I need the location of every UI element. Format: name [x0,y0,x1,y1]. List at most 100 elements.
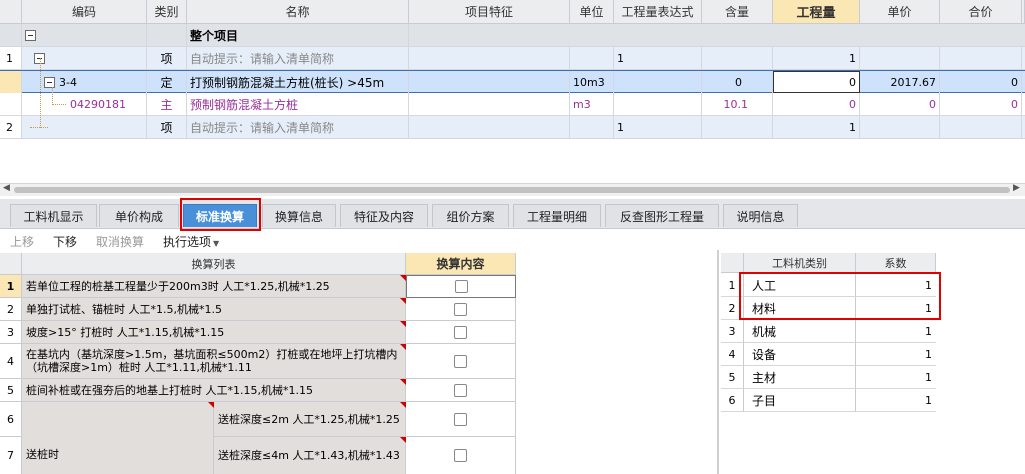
table-row-selected[interactable]: 3-4 定 打预制钢筋混凝土方桩(桩长) >45m 10m3 0 0 2017.… [0,70,1025,93]
header-feature[interactable]: 项目特征 [409,0,570,24]
conversion-checkbox[interactable] [454,354,467,368]
name-cell[interactable]: 打预制钢筋混凝土方桩(桩长) >45m [187,71,409,93]
coefficient-cell[interactable]: 1 [856,343,936,366]
panel-splitter[interactable] [717,250,719,474]
feature-cell[interactable] [409,71,570,93]
tab-reverse-lookup[interactable]: 反查图形工程量 [605,204,719,227]
expr-cell[interactable] [614,93,702,115]
table-row[interactable]: 1 项 自动提示：请输入清单简称 1 1 [0,47,1025,70]
material-type-cell[interactable]: 机械 [744,320,856,343]
name-cell[interactable]: 整个项目 [187,24,409,46]
collapse-icon[interactable] [44,76,55,88]
feature-cell[interactable] [409,93,570,115]
header-price[interactable]: 单价 [860,0,940,24]
material-type-cell[interactable]: 人工 [744,274,856,297]
checkbox-cell[interactable] [406,379,516,402]
tab-description[interactable]: 说明信息 [723,204,798,227]
coefficient-cell[interactable]: 1 [856,274,936,297]
tree-toggle[interactable] [22,24,147,46]
price-cell[interactable]: 2017.67 [860,71,940,93]
content-cell[interactable] [702,116,773,138]
feature-cell[interactable] [409,47,570,69]
checkbox-cell[interactable] [406,437,516,474]
name-cell[interactable]: 预制钢筋混凝土方桩 [187,93,409,115]
horizontal-scrollbar[interactable]: ◀ ▶ [0,183,1025,196]
tab-quantity-detail[interactable]: 工程量明细 [513,204,601,227]
material-type-cell[interactable]: 主材 [744,366,856,389]
conversion-item[interactable]: 单独打试桩、锚桩时 人工*1.5,机械*1.5 [22,298,406,321]
conversion-checkbox[interactable] [454,412,467,426]
name-cell[interactable]: 自动提示：请输入清单简称 [187,47,409,69]
checkbox-cell[interactable] [406,344,516,379]
unit-cell[interactable]: 10m3 [570,71,614,93]
expr-cell[interactable] [614,71,702,93]
material-type-cell[interactable]: 设备 [744,343,856,366]
name-cell[interactable]: 自动提示：请输入清单简称 [187,116,409,138]
scroll-left-icon[interactable]: ◀ [3,183,10,193]
cancel-conversion-button[interactable]: 取消换算 [96,233,144,250]
expr-cell[interactable]: 1 [614,116,702,138]
execute-options-dropdown[interactable]: 执行选项 ▼ [163,233,219,250]
checkbox-cell[interactable] [406,298,516,321]
move-down-button[interactable]: 下移 [53,233,77,250]
scroll-right-icon[interactable]: ▶ [1013,183,1020,193]
content-cell[interactable]: 0 [702,71,773,93]
price-cell[interactable] [860,47,940,69]
tab-standard-conversion[interactable]: 标准换算 [183,204,257,227]
conversion-item[interactable]: 坡度>15° 打桩时 人工*1.15,机械*1.15 [22,321,406,344]
material-type-cell[interactable]: 子目 [744,389,856,412]
content-cell[interactable]: 10.1 [702,93,773,115]
unit-cell[interactable] [570,47,614,69]
conversion-checkbox[interactable] [454,449,467,462]
header-material-type[interactable]: 工料机类别 [744,253,856,273]
conversion-item[interactable]: 送桩深度≤2m 人工*1.25,机械*1.25 [214,402,406,437]
header-qty[interactable]: 工程量 [773,0,860,24]
table-row[interactable]: 2 项 自动提示：请输入清单简称 1 1 [0,116,1025,139]
feature-cell[interactable] [409,116,570,138]
tab-features[interactable]: 特征及内容 [340,204,428,227]
header-coefficient[interactable]: 系数 [856,253,936,273]
price-cell[interactable]: 0 [860,93,940,115]
header-name[interactable]: 名称 [187,0,409,24]
total-cell[interactable]: 0 [940,93,1022,115]
tab-conversion-info[interactable]: 换算信息 [262,204,336,227]
collapse-icon[interactable] [25,29,36,41]
expr-cell[interactable]: 1 [614,47,702,69]
unit-cell[interactable]: m3 [570,93,614,115]
header-unit[interactable]: 单位 [570,0,614,24]
conversion-checkbox[interactable] [454,280,468,293]
tab-unit-price[interactable]: 单价构成 [99,204,179,227]
header-expr[interactable]: 工程量表达式 [614,0,702,24]
table-row[interactable]: 整个项目 [0,24,1025,47]
header-category[interactable]: 类别 [147,0,187,24]
coefficient-cell[interactable]: 1 [856,366,936,389]
conversion-item[interactable]: 若单位工程的桩基工程量少于200m3时 人工*1.25,机械*1.25 [22,275,406,298]
qty-input[interactable]: 0 [773,71,860,93]
move-up-button[interactable]: 上移 [10,233,34,250]
coefficient-cell[interactable]: 1 [856,389,936,412]
header-conversion-list[interactable]: 换算列表 [22,253,406,275]
conversion-item[interactable]: 送桩深度≤4m 人工*1.43,机械*1.43 [214,437,406,474]
coefficient-cell[interactable]: 1 [856,297,936,320]
qty-cell[interactable]: 0 [773,93,860,115]
checkbox-cell[interactable] [406,402,516,437]
header-conversion-content[interactable]: 换算内容 [406,253,516,275]
unit-cell[interactable] [570,116,614,138]
total-cell[interactable]: 0 [940,71,1022,93]
qty-cell[interactable]: 1 [773,47,860,69]
conversion-checkbox[interactable] [454,302,467,316]
tab-labor-display[interactable]: 工料机显示 [10,204,97,227]
price-cell[interactable] [860,116,940,138]
checkbox-cell[interactable] [406,275,516,298]
coefficient-cell[interactable]: 1 [856,320,936,343]
checkbox-cell[interactable] [406,321,516,344]
header-content[interactable]: 含量 [702,0,773,24]
content-cell[interactable] [702,47,773,69]
total-cell[interactable] [940,47,1022,69]
material-type-cell[interactable]: 材料 [744,297,856,320]
conversion-item[interactable]: 在基坑内（基坑深度>1.5m，基坑面积≤500m2）打桩或在地坪上打坑槽内（坑槽… [22,344,406,379]
tab-pricing-plan[interactable]: 组价方案 [432,204,509,227]
total-cell[interactable] [940,116,1022,138]
scrollbar-thumb[interactable] [14,187,1010,193]
conversion-checkbox[interactable] [454,383,467,397]
